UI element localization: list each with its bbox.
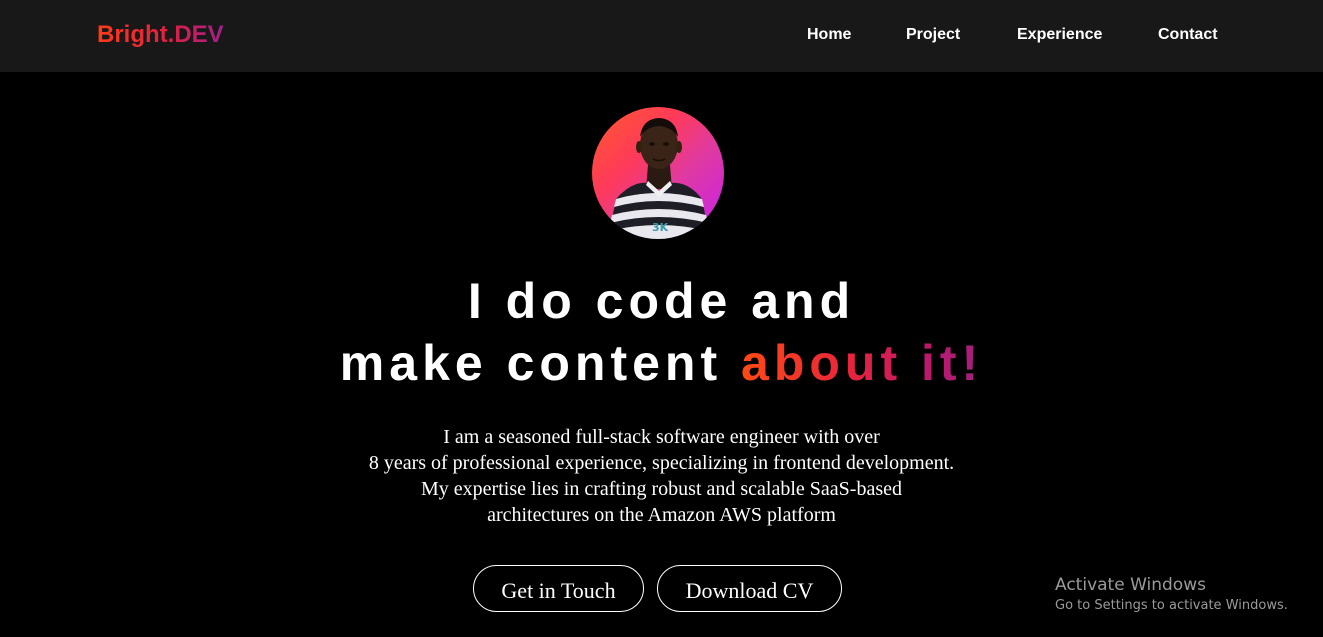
bio-line-4: architectures on the Amazon AWS platform <box>487 504 836 526</box>
watermark-title: Activate Windows <box>1055 575 1206 595</box>
nav-link-project[interactable]: Project <box>906 25 960 45</box>
headline-highlight: about it! <box>741 335 984 391</box>
get-in-touch-button[interactable]: Get in Touch <box>473 565 644 612</box>
main-nav: Home Project Experience Contact <box>0 25 1323 47</box>
navbar: Bright.DEV Home Project Experience Conta… <box>0 0 1323 72</box>
bio-line-1: I am a seasoned full-stack software engi… <box>443 426 880 448</box>
windows-activation-watermark: Activate Windows Go to Settings to activ… <box>1055 574 1288 616</box>
hero-bio: I am a seasoned full-stack software engi… <box>0 424 1323 528</box>
nav-link-experience[interactable]: Experience <box>1017 25 1102 45</box>
hero-headline: I do code and make content about it! <box>0 270 1323 394</box>
svg-text:3K: 3K <box>652 221 669 234</box>
headline-line-2: make content about it! <box>0 332 1323 394</box>
bio-line-3: My expertise lies in crafting robust and… <box>421 478 902 500</box>
bio-line-2: 8 years of professional experience, spec… <box>368 452 955 474</box>
watermark-subtitle: Go to Settings to activate Windows. <box>1055 598 1288 613</box>
headline-line-1: I do code and <box>467 273 856 329</box>
download-cv-button[interactable]: Download CV <box>657 565 842 612</box>
nav-link-home[interactable]: Home <box>807 25 851 45</box>
nav-link-contact[interactable]: Contact <box>1158 25 1218 45</box>
profile-photo-icon: 3K <box>608 118 710 239</box>
avatar: 3K <box>592 107 724 239</box>
headline-line-2-prefix: make content <box>339 335 742 391</box>
